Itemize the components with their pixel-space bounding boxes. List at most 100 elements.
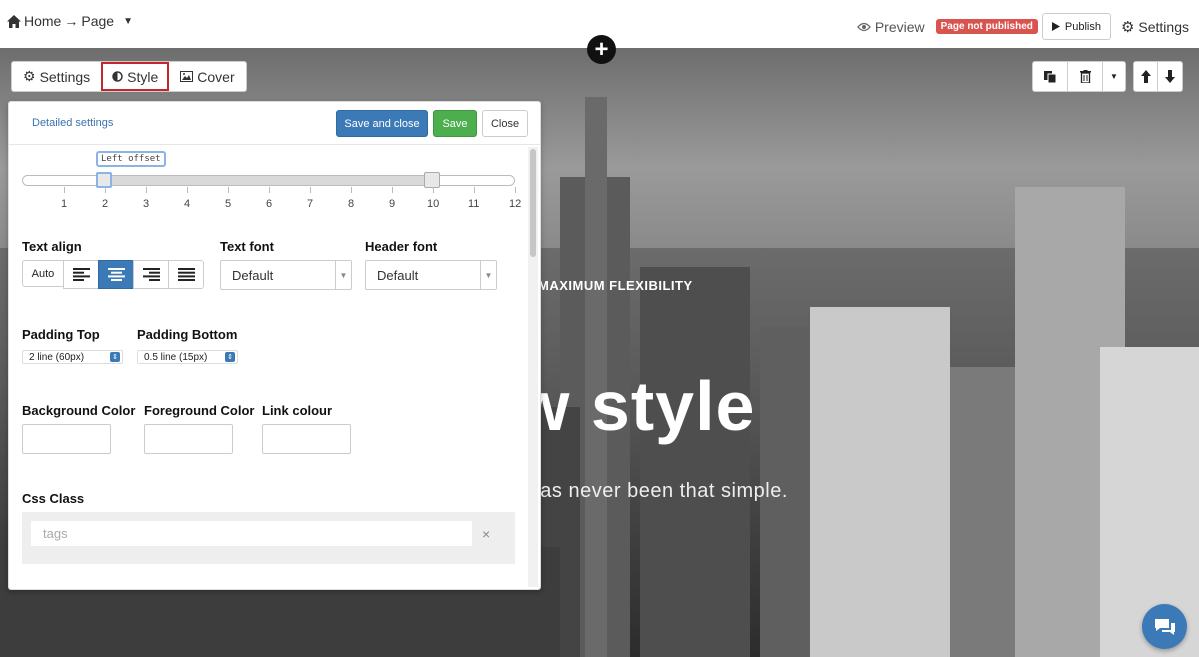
- building: [950, 367, 1020, 657]
- home-icon: [7, 14, 21, 28]
- trash-icon: [1079, 70, 1091, 83]
- text-align-group: Auto: [22, 260, 204, 289]
- image-icon: [180, 71, 194, 82]
- move-down-button[interactable]: [1158, 62, 1182, 91]
- slider-tick-mark: [187, 187, 188, 193]
- scrollbar-thumb[interactable]: [530, 149, 536, 257]
- delete-button[interactable]: [1068, 62, 1103, 91]
- slider-handle-right[interactable]: [424, 172, 440, 188]
- tags-input[interactable]: tags: [31, 521, 472, 546]
- hero-tagline: e has never been that simple.: [511, 480, 788, 502]
- play-icon: [1051, 22, 1060, 31]
- save-button[interactable]: Save: [433, 110, 477, 137]
- slider-tick-label: 2: [102, 198, 109, 210]
- slider-tick-label: 1: [61, 198, 68, 210]
- padding-top-select[interactable]: 2 line (60px) ⇕: [22, 350, 123, 364]
- slider-tick-label: 3: [143, 198, 150, 210]
- move-up-button[interactable]: [1134, 62, 1158, 91]
- background-color-input[interactable]: [22, 424, 111, 454]
- detailed-settings-link[interactable]: Detailed settings: [32, 117, 113, 129]
- slider-tick-mark: [392, 187, 393, 193]
- chat-button[interactable]: [1142, 604, 1187, 649]
- slider-tick-mark: [64, 187, 65, 193]
- gear-icon: ⚙: [23, 68, 36, 84]
- slider-tick-label: 9: [389, 198, 396, 210]
- slider-tooltip: Left offset: [96, 151, 166, 167]
- slider-tick-label: 7: [307, 198, 314, 210]
- slider-tick-label: 5: [225, 198, 232, 210]
- foreground-color-input[interactable]: [144, 424, 233, 454]
- slider-tick-mark: [310, 187, 311, 193]
- publish-label: Publish: [1064, 20, 1101, 33]
- more-dropdown[interactable]: ▼: [1103, 62, 1125, 91]
- gear-icon: ⚙: [1120, 18, 1135, 36]
- close-button[interactable]: Close: [482, 110, 528, 137]
- tab-style[interactable]: Style: [101, 62, 170, 91]
- settings-link[interactable]: ⚙ Settings: [1121, 18, 1189, 36]
- align-justify-button[interactable]: [168, 260, 204, 289]
- link-colour-label: Link colour: [262, 403, 333, 418]
- slider-tick-mark: [433, 187, 434, 193]
- text-font-label: Text font: [220, 239, 274, 254]
- eye-icon: [856, 22, 871, 31]
- caret-down-icon: ▼: [480, 261, 496, 289]
- arrow-down-icon: [1165, 70, 1175, 83]
- slider-tick-label: 8: [348, 198, 355, 210]
- align-right-button[interactable]: [133, 260, 169, 289]
- align-center-button[interactable]: [98, 260, 134, 289]
- css-class-label: Css Class: [22, 491, 85, 506]
- align-right-icon: [142, 268, 160, 281]
- align-auto-button[interactable]: Auto: [22, 260, 64, 287]
- offset-slider-range: [105, 176, 431, 185]
- copy-button[interactable]: [1033, 62, 1068, 91]
- header-font-label: Header font: [365, 239, 438, 254]
- foreground-color-label: Foreground Color: [144, 403, 255, 418]
- caret-down-icon[interactable]: ▼: [123, 16, 133, 27]
- align-left-button[interactable]: [63, 260, 99, 289]
- arrow-up-icon: [1140, 70, 1151, 83]
- add-section-button[interactable]: +: [587, 35, 616, 64]
- align-left-icon: [72, 268, 90, 281]
- slider-handle-left[interactable]: [96, 172, 112, 188]
- chat-icon: [1154, 618, 1175, 635]
- css-class-field: tags ×: [22, 512, 515, 564]
- header-font-select[interactable]: Default ▼: [365, 260, 497, 290]
- copy-icon: [1044, 70, 1056, 83]
- padding-top-value: 2 line (60px): [29, 351, 85, 363]
- padding-bottom-label: Padding Bottom: [137, 327, 238, 342]
- hero-subtitle: MAXIMUM FLEXIBILITY: [538, 278, 693, 293]
- text-font-select[interactable]: Default ▼: [220, 260, 352, 290]
- slider-tick-mark: [515, 187, 516, 193]
- style-panel: Detailed settings Save and close Save Cl…: [8, 101, 541, 590]
- breadcrumb-home[interactable]: Home: [24, 13, 61, 29]
- slider-tick-label: 10: [427, 198, 440, 210]
- breadcrumb[interactable]: Home → Page ▼: [7, 13, 133, 29]
- block-tools: ▼: [1032, 61, 1126, 92]
- building: [810, 307, 950, 657]
- panel-scrollbar[interactable]: [528, 147, 538, 587]
- tab-settings[interactable]: ⚙ Settings: [12, 62, 101, 91]
- editor-tabs: ⚙ Settings Style Cover: [11, 61, 247, 92]
- breadcrumb-arrow: →: [64, 13, 79, 29]
- caret-down-icon: ▼: [1110, 72, 1118, 81]
- panel-header: Detailed settings Save and close Save Cl…: [9, 102, 540, 145]
- slider-tick-mark: [351, 187, 352, 193]
- padding-bottom-select[interactable]: 0.5 line (15px) ⇕: [137, 350, 238, 364]
- hero-title: w style: [515, 367, 756, 445]
- slider-tick-mark: [474, 187, 475, 193]
- preview-link[interactable]: Preview: [856, 19, 925, 35]
- save-and-close-button[interactable]: Save and close: [336, 110, 428, 137]
- background-color-label: Background Color: [22, 403, 136, 418]
- half-circle-icon: [112, 71, 123, 82]
- tab-cover[interactable]: Cover: [169, 62, 245, 91]
- link-colour-input[interactable]: [262, 424, 351, 454]
- breadcrumb-page[interactable]: Page: [81, 13, 114, 29]
- slider-tick-label: 12: [509, 198, 522, 210]
- slider-tick-mark: [105, 187, 106, 193]
- updown-icon: ⇕: [110, 352, 120, 362]
- clear-icon[interactable]: ×: [482, 526, 490, 542]
- tab-label: Cover: [197, 68, 235, 85]
- settings-label: Settings: [1138, 18, 1189, 35]
- building: [640, 267, 750, 657]
- publish-button[interactable]: Publish: [1041, 13, 1111, 40]
